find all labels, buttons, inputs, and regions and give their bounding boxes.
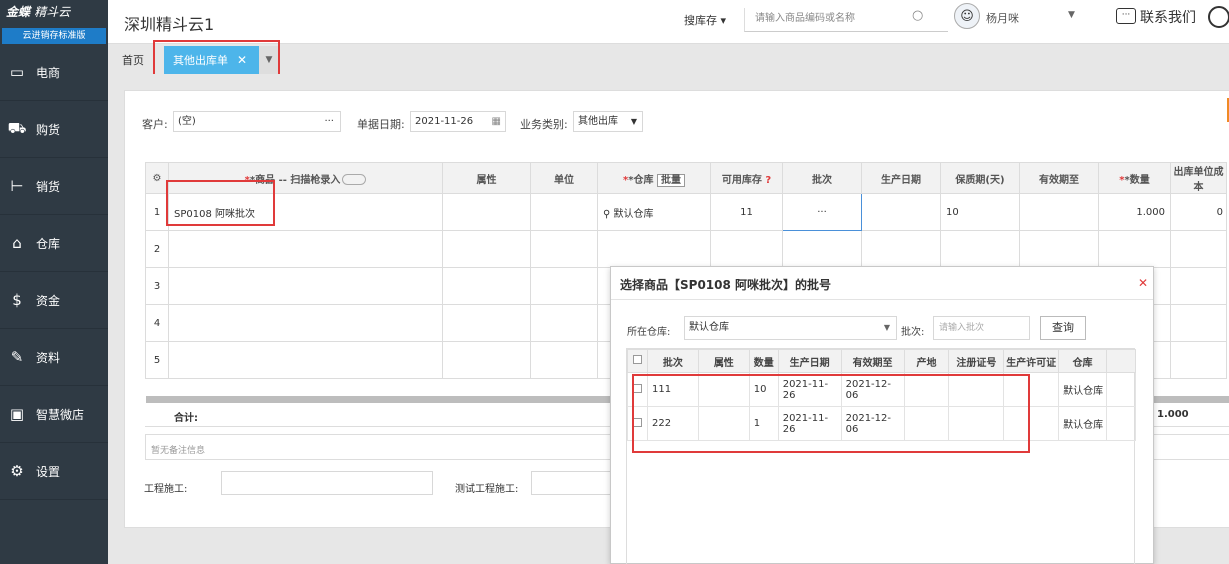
sidebar-item-ecommerce[interactable]: ▭ 电商 — [0, 44, 108, 101]
col-qty: **数量 — [1098, 162, 1171, 194]
sales-icon: ⊢ — [10, 177, 24, 195]
avatar[interactable]: ☺ — [954, 3, 980, 29]
sidebar-item-data[interactable]: ✎ 资料 — [0, 329, 108, 386]
search-icon[interactable]: ⚲ — [603, 209, 610, 220]
chevron-down-icon[interactable]: ▼ — [1068, 10, 1075, 20]
more-icon[interactable]: ··· — [324, 112, 334, 131]
username[interactable]: 杨月咪 — [986, 10, 1019, 26]
highlight-box — [632, 374, 1030, 453]
sidebar-item-funds[interactable]: $ 资金 — [0, 272, 108, 329]
batch-search-input[interactable]: 请输入批次 — [933, 316, 1030, 340]
query-button[interactable]: 查询 — [1040, 316, 1086, 340]
dialog-title: 选择商品【SP0108 阿咪批次】的批号 — [620, 278, 832, 292]
warehouse-select[interactable]: 默认仓库 ▼ — [684, 316, 897, 340]
sidebar: 金蝶 精斗云 云进销存标准版 ▭ 电商 ⛟ 购货 ⊢ 销货 ⌂ 仓库 $ 资金 ✎ 资料 ▣… — [0, 0, 108, 564]
col-attr: 属性 — [442, 162, 531, 194]
field2-input[interactable] — [531, 471, 611, 495]
batch-label: 批次: — [901, 327, 925, 338]
col-prod-date: 生产日期 — [861, 162, 941, 194]
close-icon[interactable]: ✕ — [1138, 276, 1148, 290]
shop-icon: ▣ — [9, 405, 25, 423]
table-row: 2 — [145, 230, 1227, 268]
sidebar-item-sales[interactable]: ⊢ 销货 — [0, 158, 108, 215]
contact-link[interactable]: 联系我们 — [1140, 7, 1196, 27]
col-shelf-life: 保质期(天) — [940, 162, 1020, 194]
store-icon: ▭ — [9, 63, 25, 81]
date-label: 单据日期: — [357, 118, 405, 131]
sidebar-item-purchase[interactable]: ⛟ 购货 — [0, 101, 108, 158]
customer-field[interactable]: (空) ··· — [173, 111, 341, 132]
search-scope-dropdown[interactable]: 搜库存 ▾ — [684, 12, 726, 28]
customer-label: 客户: — [142, 118, 168, 131]
pen-icon: ✎ — [10, 348, 24, 366]
cart-icon: ⛟ — [7, 119, 27, 137]
col-expiry: 有效期至 — [1019, 162, 1099, 194]
biz-type-label: 业务类别: — [520, 118, 568, 131]
field1-input[interactable] — [221, 471, 433, 495]
biz-type-select[interactable]: 其他出库 ▼ — [573, 111, 643, 132]
money-icon: $ — [12, 291, 22, 309]
col-unit: 单位 — [530, 162, 598, 194]
field2-label: 测试工程施工: — [455, 484, 519, 495]
app-title: 深圳精斗云1 — [124, 15, 215, 34]
col-batch: 批次 — [782, 162, 862, 194]
sidebar-item-settings[interactable]: ⚙ 设置 — [0, 443, 108, 500]
sidebar-item-warehouse[interactable]: ⌂ 仓库 — [0, 215, 108, 272]
scan-toggle[interactable] — [342, 174, 367, 185]
tab-home[interactable]: 首页 — [122, 52, 144, 68]
batch-fill-button[interactable]: 批量 — [656, 173, 685, 187]
col-warehouse: **仓库 批量 — [597, 162, 711, 194]
date-field[interactable]: 2021-11-26 ▦ — [410, 111, 506, 132]
gear-icon: ⚙ — [10, 462, 24, 480]
chevron-down-icon: ▼ — [883, 323, 890, 332]
warehouse-cell[interactable]: ⚲ 默认仓库 — [597, 193, 711, 231]
select-all-checkbox[interactable] — [632, 355, 642, 364]
chevron-down-icon: ▼ — [630, 117, 637, 126]
search-icon[interactable]: ○ — [912, 8, 923, 23]
highlight-box — [166, 180, 275, 226]
table-row: 1 SP0108 阿咪批次 ⚲ 默认仓库 11 ··· 10 1.000 0 — [145, 193, 1227, 231]
warehouse-label: 所在仓库: — [627, 327, 671, 338]
highlight-box — [153, 40, 280, 78]
edition-badge: 云进销存标准版 — [2, 28, 106, 44]
field1-label: 工程施工: — [144, 484, 188, 495]
sidebar-item-microshop[interactable]: ▣ 智慧微店 — [0, 386, 108, 443]
warehouse-icon: ⌂ — [12, 234, 22, 252]
calendar-icon[interactable]: ▦ — [492, 112, 501, 131]
logo: 金蝶 精斗云 — [6, 5, 71, 19]
batch-cell[interactable]: ··· — [782, 193, 862, 231]
col-stock: 可用库存 ? — [710, 162, 783, 194]
chat-icon[interactable]: ··· — [1116, 8, 1136, 24]
top-bar: 深圳精斗云1 搜库存 ▾ 请输入商品编码或名称 ○ ☺ 杨月咪 ▼ ··· 联系… — [108, 0, 1229, 44]
col-cost: 出库单位成本 — [1170, 162, 1227, 194]
help-icon[interactable] — [1208, 6, 1229, 28]
